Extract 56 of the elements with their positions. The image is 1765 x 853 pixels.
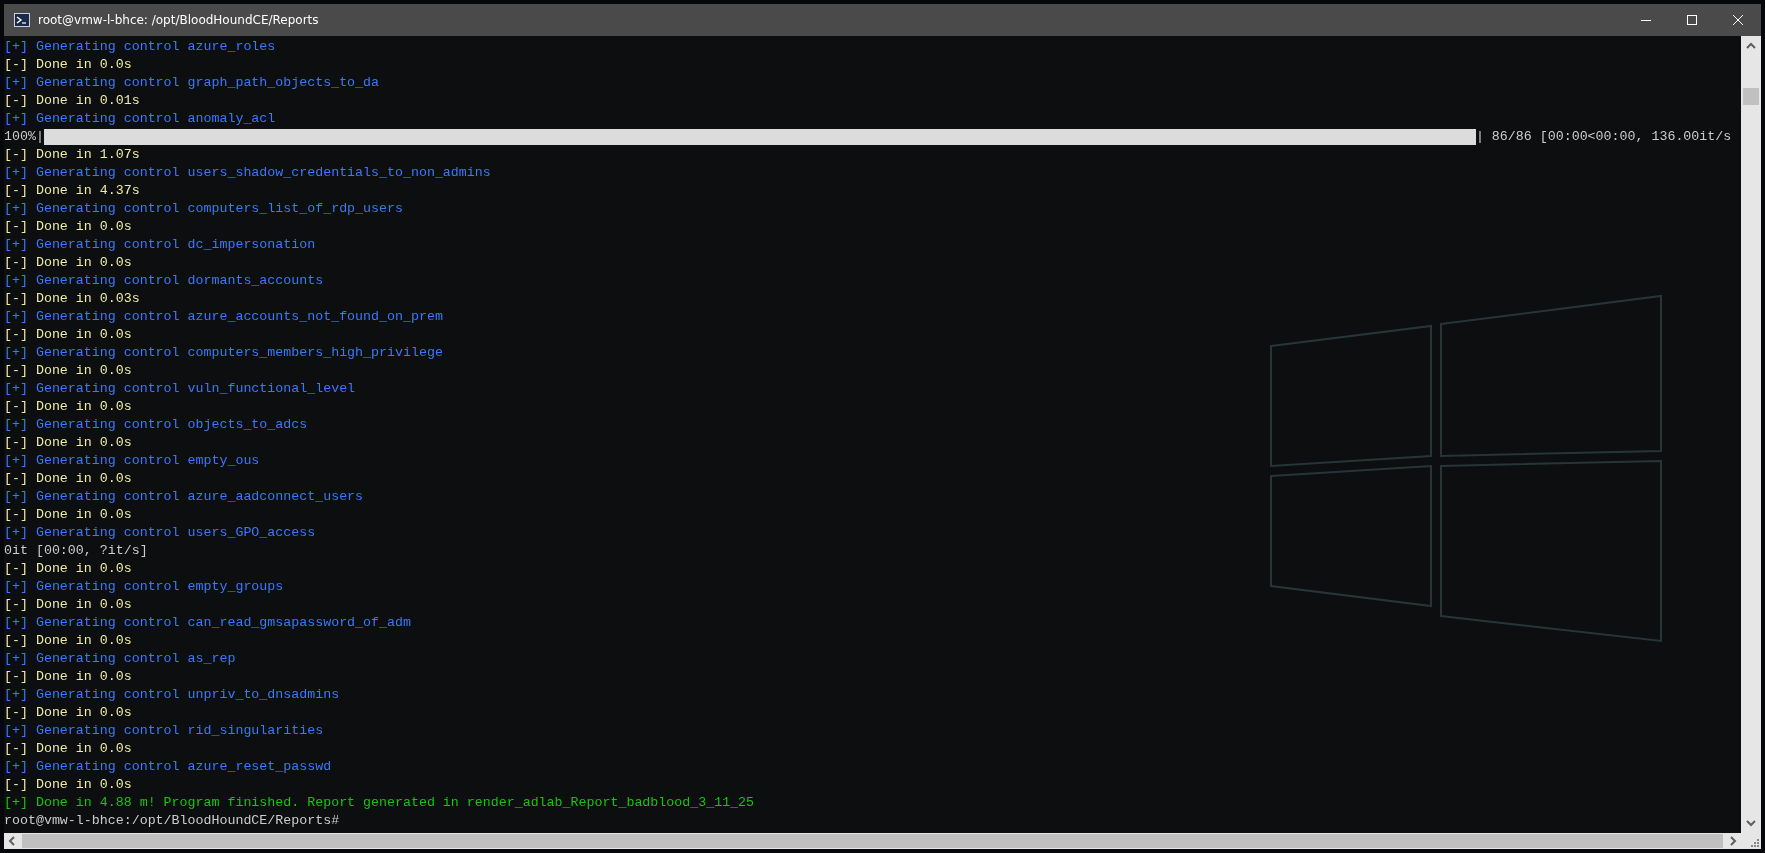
output-line: [+] Generating control computers_members_high_privilege [4,344,443,362]
output-line: [+] Generating control objects_to_adcs [4,416,308,434]
output-line: [+] Generating control dc_impersonation [4,236,316,254]
scroll-down-icon[interactable] [1746,819,1756,827]
shell-prompt: root@vmw-l-bhce:/opt/BloodHoundCE/Reports# [4,812,340,830]
output-line: [-] Done in 0.0s [4,218,132,236]
output-line: [-] Done in 4.37s [4,182,140,200]
output-line: [-] Done in 0.0s [4,704,132,722]
output-line: [-] Done in 0.0s [4,254,132,272]
progress-stats: | 86/86 [00:00<00:00, 136.00it/s [1475,128,1732,146]
output-line: [+] Generating control azure_accounts_not_found_on_prem [4,308,443,326]
output-line: [-] Done in 0.03s [4,290,140,308]
output-line: [+] Generating control vuln_functional_level [4,380,356,398]
output-line: [-] Done in 1.07s [4,146,140,164]
output-line: [-] Done in 0.0s [4,470,132,488]
output-line: [+] Generating control graph_path_objects_to_da [4,74,380,92]
output-line: [-] Done in 0.0s [4,434,132,452]
scroll-up-icon[interactable] [1746,42,1756,50]
output-line: [-] Done in 0.0s [4,506,132,524]
output-line: [+] Done in 4.88 m! Program finished. Report generated in render_adlab_Report_badblood_3_11_25 [4,794,755,812]
output-line: [-] Done in 0.0s [4,776,132,794]
close-icon [1732,14,1744,26]
progress-percent: 100%| [4,128,44,146]
resize-grip-icon[interactable] [1751,839,1759,847]
scrollbar-thumb[interactable] [1743,88,1759,105]
terminal-icon [14,13,30,27]
output-line: [-] Done in 0.0s [4,560,132,578]
output-line: [+] Generating control azure_aadconnect_users [4,488,364,506]
output-line: [-] Done in 0.0s [4,632,132,650]
output-line: [-] Done in 0.0s [4,398,132,416]
output-line: [+] Generating control azure_roles [4,38,276,56]
output-line: [+] Generating control rid_singularities [4,722,324,740]
output-line: [+] Generating control empty_ous [4,452,260,470]
output-line: [+] Generating control users_shadow_credentials_to_non_admins [4,164,491,182]
output-line: [-] Done in 0.0s [4,56,132,74]
output-line: [+] Generating control as_rep [4,650,236,668]
output-line: [+] Generating control azure_reset_passwd [4,758,332,776]
window-title: root@vmw-l-bhce: /opt/BloodHoundCE/Reports [38,13,319,27]
output-line: [-] Done in 0.0s [4,740,132,758]
output-line: [+] Generating control dormants_accounts [4,272,324,290]
output-line: [+] Generating control empty_groups [4,578,284,596]
output-line: [+] Generating control users_GPO_access [4,524,316,542]
output-line: 0it [00:00, ?it/s] [4,542,148,560]
scroll-right-icon[interactable] [1729,836,1737,846]
output-line: [-] Done in 0.0s [4,596,132,614]
output-line: [-] Done in 0.0s [4,326,132,344]
vertical-scrollbar[interactable] [1741,36,1761,833]
output-line: [+] Generating control anomaly_acl [4,110,276,128]
output-line: [-] Done in 0.01s [4,92,140,110]
output-line: [+] Generating control unpriv_to_dnsadmins [4,686,340,704]
output-line: [-] Done in 0.0s [4,362,132,380]
output-line: [+] Generating control can_read_gmsapassword_of_adm [4,614,411,632]
scroll-left-icon[interactable] [8,836,16,846]
output-line: [-] Done in 0.0s [4,668,132,686]
output-line: [+] Generating control computers_list_of_rdp_users [4,200,403,218]
maximize-icon [1686,14,1698,26]
